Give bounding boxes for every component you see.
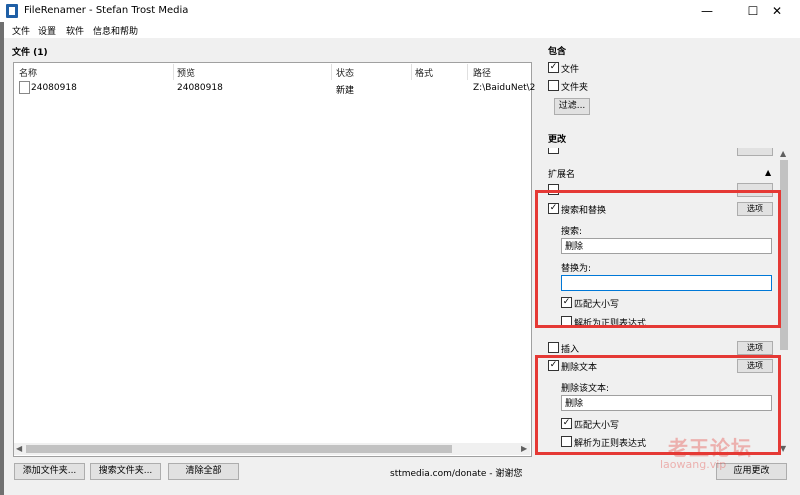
files-section-title: 文件 (1): [12, 48, 48, 58]
filter-button[interactable]: 过滤...: [554, 98, 590, 115]
extension-header[interactable]: 扩展名: [548, 167, 575, 180]
table-row-name[interactable]: 24080918: [31, 83, 77, 93]
column-header-preview[interactable]: 预览: [177, 66, 195, 79]
watermark-url: laowang.vip: [660, 458, 727, 471]
scroll-left-icon[interactable]: ◀: [16, 444, 22, 453]
partial-checkbox[interactable]: [548, 148, 559, 154]
column-header-status[interactable]: 状态: [336, 66, 354, 79]
table-row-path[interactable]: Z:\BaiduNet\2: [473, 83, 535, 93]
column-header-name[interactable]: 名称: [19, 66, 37, 79]
menu-file[interactable]: 文件: [12, 24, 30, 37]
insert-options-button[interactable]: 选项: [737, 341, 773, 355]
scroll-up-icon[interactable]: ▲: [780, 149, 786, 158]
table-row-preview[interactable]: 24080918: [177, 83, 223, 93]
column-header-path[interactable]: 路径: [473, 66, 491, 79]
partial-options-button[interactable]: [737, 148, 773, 156]
vertical-scroll-thumb[interactable]: [780, 160, 788, 350]
donate-link[interactable]: sttmedia.com/donate - 谢谢您: [390, 466, 522, 479]
column-separator[interactable]: [173, 64, 174, 80]
menu-software[interactable]: 软件: [66, 24, 84, 37]
column-separator[interactable]: [331, 64, 332, 80]
background-edge: [0, 22, 4, 495]
insert-checkbox[interactable]: [548, 342, 559, 353]
add-folder-button[interactable]: 添加文件夹...: [14, 463, 85, 480]
include-folders-label: 文件夹: [561, 83, 589, 93]
search-folder-button[interactable]: 搜索文件夹...: [90, 463, 161, 480]
change-title: 更改: [548, 135, 567, 145]
apply-changes-button[interactable]: 应用更改: [716, 463, 787, 480]
horizontal-scroll-thumb[interactable]: [26, 445, 452, 453]
watermark-logo: 老王论坛: [668, 436, 752, 460]
insert-label: 插入: [561, 345, 580, 355]
menu-settings[interactable]: 设置: [38, 24, 56, 37]
include-files-checkbox[interactable]: ✓: [548, 62, 559, 73]
close-button[interactable]: ✕: [754, 0, 800, 22]
file-list[interactable]: [13, 62, 532, 457]
include-files-label: 文件: [561, 65, 580, 75]
include-folders-checkbox[interactable]: [548, 80, 559, 91]
table-row-status[interactable]: 新建: [336, 83, 354, 96]
include-title: 包含: [548, 47, 567, 57]
collapse-arrow-icon[interactable]: ▲: [765, 168, 771, 177]
clear-all-button[interactable]: 清除全部: [168, 463, 239, 480]
scroll-right-icon[interactable]: ▶: [521, 444, 527, 453]
menu-help[interactable]: 信息和帮助: [93, 24, 138, 37]
column-separator[interactable]: [411, 64, 412, 80]
column-separator[interactable]: [467, 64, 468, 80]
minimize-button[interactable]: —: [684, 0, 730, 22]
app-icon: [6, 4, 18, 18]
window-title: FileRenamer - Stefan Trost Media: [24, 5, 189, 16]
column-header-format[interactable]: 格式: [415, 66, 433, 79]
file-icon: [19, 81, 30, 94]
highlight-search-replace: [535, 190, 781, 328]
